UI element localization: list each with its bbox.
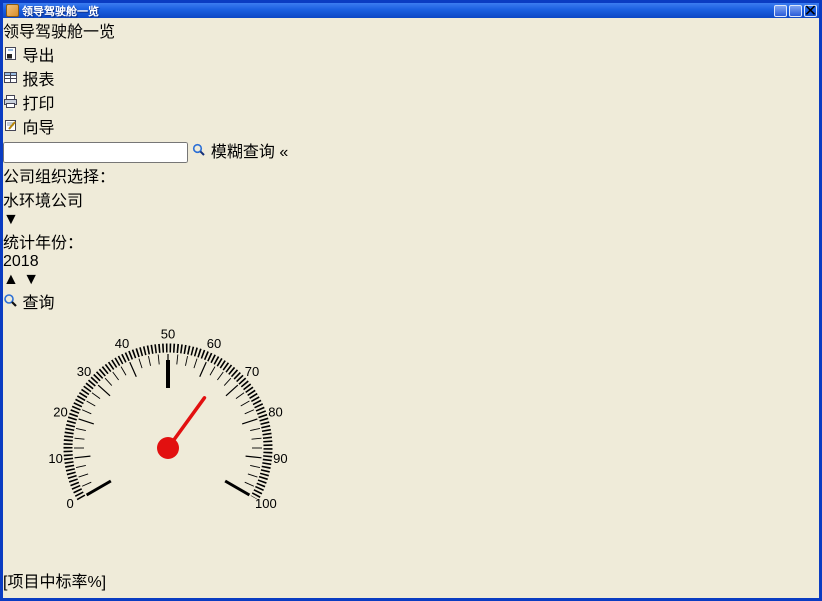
spin-down-icon[interactable]: ▼ bbox=[23, 271, 39, 288]
year-value: 2018 bbox=[3, 253, 819, 271]
filter-row: 公司组织选择： 水环境公司 ▼ 统计年份： 2018 ▲ ▼ 查询 bbox=[3, 163, 819, 313]
search-row: 模糊查询 « bbox=[3, 138, 819, 163]
query-search-icon bbox=[3, 293, 18, 308]
svg-text:70: 70 bbox=[245, 364, 259, 379]
svg-text:50: 50 bbox=[161, 326, 175, 341]
wizard-button[interactable]: 向导 bbox=[3, 114, 819, 138]
report-icon bbox=[3, 70, 18, 85]
maximize-button[interactable] bbox=[789, 5, 802, 17]
search-input[interactable] bbox=[3, 142, 188, 163]
fuzzy-query-button[interactable]: 模糊查询 bbox=[211, 144, 275, 161]
print-button[interactable]: 打印 bbox=[3, 90, 819, 114]
close-button[interactable]: ✕ bbox=[804, 5, 817, 17]
search-icon[interactable] bbox=[192, 143, 206, 157]
org-select-label: 公司组织选择： bbox=[3, 169, 115, 186]
title-bar: 领导驾驶舱一览 ✕ bbox=[3, 3, 819, 18]
page-title: 领导驾驶舱一览 bbox=[3, 18, 819, 42]
wizard-icon bbox=[3, 118, 18, 133]
gauge-caption: [项目中标率%] bbox=[3, 568, 819, 592]
app-icon bbox=[6, 4, 19, 17]
gauge-dial: 01020304050607080901000% bbox=[3, 592, 333, 601]
export-icon bbox=[3, 46, 18, 61]
svg-text:100: 100 bbox=[255, 496, 277, 511]
gauge-dial: 0 10 20 30 40 50 60 70 80 90 100 bbox=[3, 313, 333, 563]
export-button[interactable]: 导出 bbox=[3, 42, 819, 66]
gauge-payment-rate: 01020304050607080901000% [项目回款率%] bbox=[3, 592, 819, 601]
minimize-button[interactable] bbox=[774, 5, 787, 17]
window-title: 领导驾驶舱一览 bbox=[22, 3, 772, 19]
svg-text:20: 20 bbox=[53, 405, 67, 420]
svg-text:80: 80 bbox=[268, 405, 282, 420]
page-banner: 领导驾驶舱一览 bbox=[3, 18, 819, 42]
close-icon: ✕ bbox=[804, 1, 817, 21]
spin-up-icon[interactable]: ▲ bbox=[3, 271, 19, 288]
collapse-chevron-icon[interactable]: « bbox=[279, 144, 288, 161]
toolbar: 导出 报表 打印 向导 bbox=[3, 42, 819, 138]
svg-text:60: 60 bbox=[207, 336, 221, 351]
report-button[interactable]: 报表 bbox=[3, 66, 819, 90]
svg-text:90: 90 bbox=[273, 451, 287, 466]
query-button[interactable]: 查询 bbox=[3, 289, 819, 313]
org-select-value: 水环境公司 bbox=[3, 187, 819, 211]
org-select[interactable]: 水环境公司 ▼ bbox=[3, 187, 819, 229]
svg-text:10: 10 bbox=[48, 451, 62, 466]
year-label: 统计年份： bbox=[3, 235, 83, 252]
gauge-panel: 0 10 20 30 40 50 60 70 80 90 100 [项目中标率%] 01020304… bbox=[3, 313, 819, 601]
gauge-bid-win-rate: 0 10 20 30 40 50 60 70 80 90 100 [项目中标率%] bbox=[3, 313, 819, 592]
print-icon bbox=[3, 94, 18, 109]
svg-text:0: 0 bbox=[67, 496, 74, 511]
year-stepper[interactable]: 2018 ▲ ▼ bbox=[3, 253, 819, 289]
svg-text:40: 40 bbox=[115, 336, 129, 351]
svg-text:30: 30 bbox=[77, 364, 91, 379]
chevron-down-icon[interactable]: ▼ bbox=[3, 211, 819, 229]
app-window: 领导驾驶舱一览 ✕ 领导驾驶舱一览 导出 报表 打印 向导 bbox=[0, 0, 822, 601]
